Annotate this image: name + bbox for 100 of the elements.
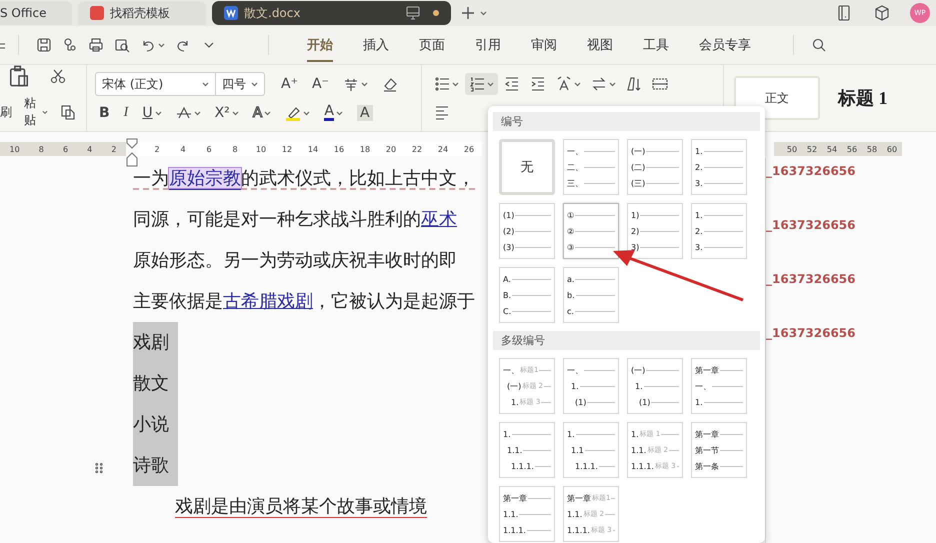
number-label: 第一章 xyxy=(503,492,527,504)
glyph-button[interactable]: X² xyxy=(210,102,243,124)
document-tab[interactable]: S Office xyxy=(0,1,72,25)
document-type-icon xyxy=(224,6,238,20)
numbering-option[interactable]: 第一章 1.1. 1.1.1. xyxy=(499,486,555,542)
comment-author: _1637326656 xyxy=(766,217,856,233)
hyperlink[interactable]: 原始宗教 xyxy=(169,168,241,188)
number-label: 二、 xyxy=(567,162,583,172)
number-label: 1. xyxy=(503,430,511,438)
ruler-number: 2 xyxy=(153,144,161,154)
number-label: (一) xyxy=(507,380,522,392)
number-label: 1.1. xyxy=(567,510,582,518)
cube-icon xyxy=(874,5,890,21)
numbering-option[interactable]: 1. 2. 3. xyxy=(691,139,747,195)
number-label: 1. xyxy=(567,430,575,438)
caret-icon xyxy=(480,10,487,16)
number-label: (二) xyxy=(631,162,646,172)
ruler-number: 52 xyxy=(806,144,818,154)
list-item: 戏剧 xyxy=(133,331,170,354)
number-label: (三) xyxy=(631,178,646,188)
numbering-option[interactable]: ① ② ③ xyxy=(563,203,619,259)
glyph-button[interactable]: A⁺ xyxy=(277,73,302,95)
print-preview-icon xyxy=(114,37,130,53)
font-name-dropdown[interactable]: 宋体 (正文) xyxy=(96,73,216,95)
caret-icon xyxy=(264,110,272,116)
number-label: 1.1 xyxy=(571,446,584,454)
ribbon-tab[interactable]: 工具 xyxy=(643,28,669,62)
ruler-number: 60 xyxy=(886,144,898,154)
hyperlink[interactable]: 巫术 xyxy=(421,209,457,229)
table-icon xyxy=(652,76,668,92)
fontcolor-button[interactable]: A xyxy=(320,102,347,124)
number-label: 1.1.1. xyxy=(503,526,526,534)
number-label: B. xyxy=(503,290,512,300)
hyperlink[interactable]: 古希腊戏剧 xyxy=(223,291,313,311)
number-label: 2) xyxy=(631,226,640,236)
number-label: 第一章 xyxy=(695,428,719,440)
number-label: (1) xyxy=(575,398,586,406)
ruler-number: 10 xyxy=(254,144,268,154)
numbering-option[interactable]: 1. 1.1 1.1.1. xyxy=(563,422,619,478)
paste-menu-button[interactable]: 粘贴 xyxy=(20,93,48,131)
font-size-dropdown[interactable]: 四号 xyxy=(216,73,264,95)
section-header: 编号 xyxy=(493,112,760,131)
ribbon-tab[interactable]: 插入 xyxy=(363,28,389,62)
number-label: ② xyxy=(567,226,574,236)
numbering-option[interactable]: 1. 2. 3. xyxy=(691,203,747,259)
numbering-option[interactable]: (一) (二) (三) xyxy=(627,139,683,195)
underline-button[interactable]: U xyxy=(138,102,166,124)
numbering-option[interactable]: a. b. c. xyxy=(563,267,619,323)
numbering-option[interactable]: (一) 1. (1) xyxy=(627,358,683,414)
ribbon-tab[interactable]: 会员专享 xyxy=(699,28,751,62)
app-logo-icon xyxy=(90,6,104,20)
caret-icon xyxy=(154,110,162,116)
list-item: 诗歌 xyxy=(133,454,170,477)
numbering-option[interactable]: 1. 1.1. 1.1.1. xyxy=(499,422,555,478)
numbering-option[interactable]: 一、 1. (1) xyxy=(563,358,619,414)
revised-text: 戏剧是由演员将某个故事或情境 xyxy=(175,496,427,516)
indent-icon xyxy=(530,76,546,92)
numbering-option[interactable]: 一、 二、 三、 xyxy=(563,139,619,195)
outline-button[interactable]: A xyxy=(248,102,276,124)
caret-icon xyxy=(42,110,48,114)
number-label: 第一节 xyxy=(695,444,719,456)
shade-button[interactable]: A xyxy=(352,102,377,124)
ruler-number: 2 xyxy=(111,144,116,154)
number-label: 1.1. xyxy=(631,446,646,454)
document-tab[interactable]: 散文.docx xyxy=(212,1,451,25)
indent-marker-icon[interactable] xyxy=(126,138,138,168)
ribbon-tab[interactable]: 引用 xyxy=(475,28,501,62)
document-tab[interactable]: 找稻壳模板 xyxy=(78,1,206,25)
number-label: 1.1. xyxy=(503,510,518,518)
bold-button[interactable]: B xyxy=(95,102,114,124)
glyph-button[interactable]: A⁻ xyxy=(308,73,333,95)
number-label: (1) xyxy=(639,398,650,406)
ruler-number: 8 xyxy=(38,144,44,154)
number-label: C. xyxy=(503,306,512,316)
numbering-button[interactable] xyxy=(465,73,498,95)
style-preset[interactable]: 标题 1 xyxy=(838,76,888,120)
numbering-option[interactable]: 无 xyxy=(499,139,555,195)
number-label: (3) xyxy=(503,242,514,252)
ribbon-tab[interactable]: 页面 xyxy=(419,28,445,62)
number-label: a. xyxy=(567,274,574,284)
caret-icon xyxy=(194,110,201,116)
numbering-option[interactable]: A. B. C. xyxy=(499,267,555,323)
number-label: (一) xyxy=(631,364,646,376)
number-label: A. xyxy=(503,274,511,284)
numbering-option[interactable]: 第一章 第一节 第一条 xyxy=(691,422,747,478)
ribbon-tab[interactable]: 开始 xyxy=(307,28,333,62)
numbering-option[interactable]: (1) (2) (3) xyxy=(499,203,555,259)
italic-button[interactable]: I xyxy=(120,102,132,124)
swap-arrows-icon xyxy=(591,76,607,92)
ruler-number: 4 xyxy=(179,144,187,154)
number-label: 1.1.1. xyxy=(575,462,598,470)
numbering-option[interactable]: 1) 2) 3) xyxy=(627,203,683,259)
ribbon-tab[interactable]: 审阅 xyxy=(531,28,557,62)
number-label: 1. xyxy=(571,382,579,390)
drag-handle-icon xyxy=(93,462,105,474)
number-label: 一、 xyxy=(695,380,711,392)
format-painter-button[interactable]: 刷 xyxy=(0,102,12,122)
numbered-list-icon xyxy=(469,76,485,92)
ribbon-tab[interactable]: 视图 xyxy=(587,28,613,62)
numbering-option[interactable]: 第一章 一、 1. xyxy=(691,358,747,414)
